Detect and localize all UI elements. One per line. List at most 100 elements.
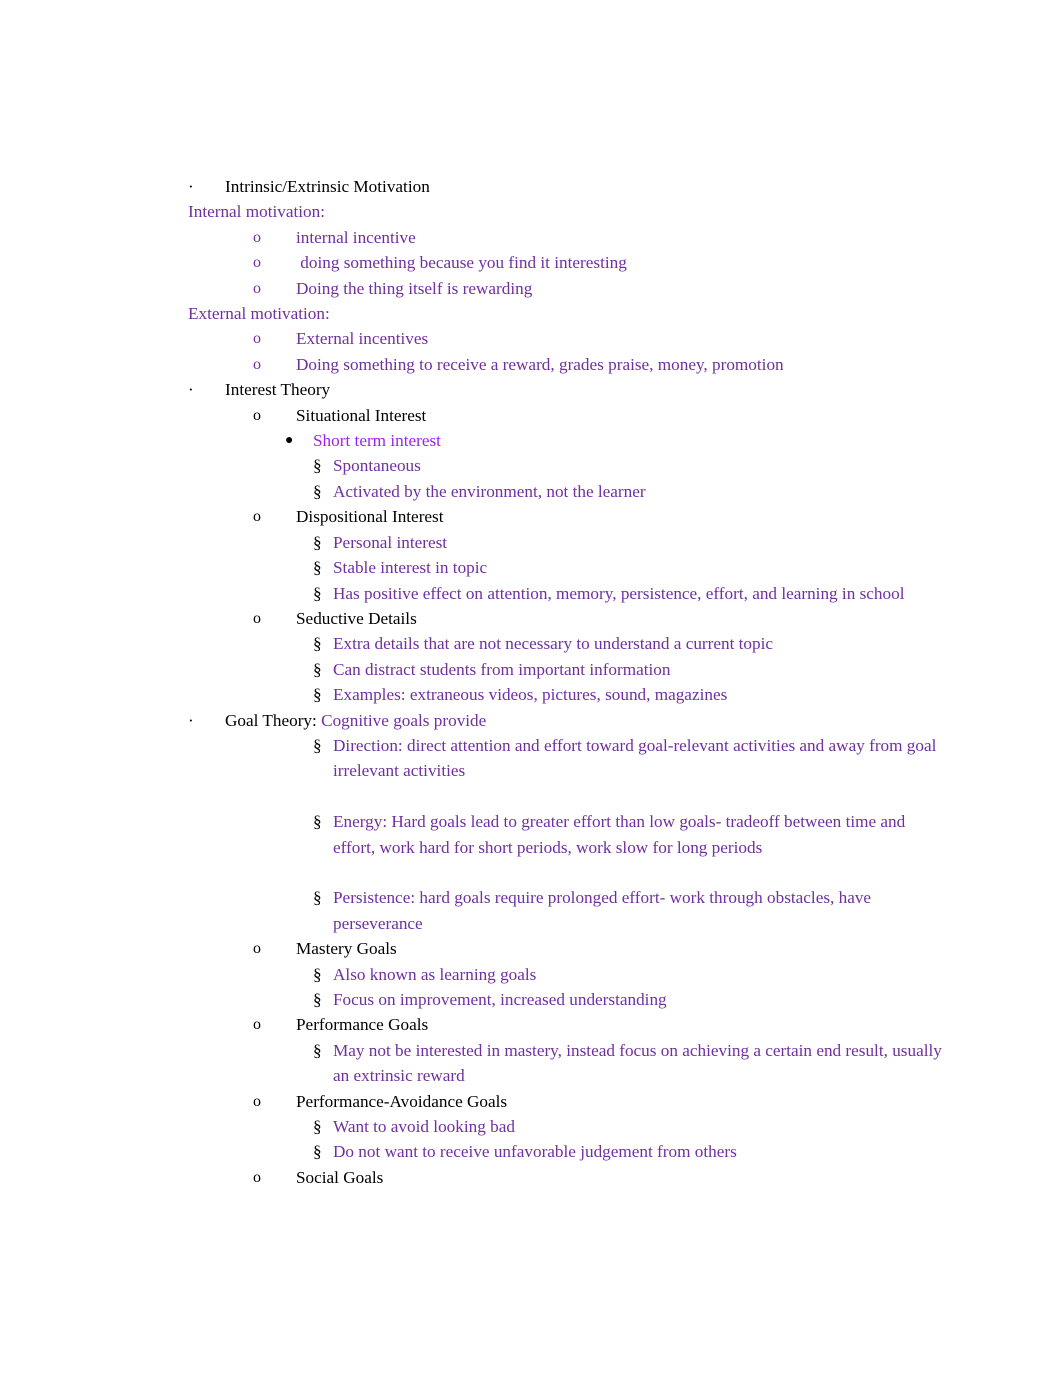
list-item: o doing something because you find it in… bbox=[188, 250, 948, 275]
subheading-mastery-goals-label: Mastery Goals bbox=[296, 939, 397, 959]
bullet-section-icon: § bbox=[313, 989, 322, 1009]
subheading-situational-interest: o Situational Interest bbox=[188, 403, 948, 428]
bullet-circle-icon: o bbox=[253, 940, 261, 958]
heading-cognitive-goals-provide: Cognitive goals provide bbox=[321, 710, 487, 730]
subheading-seductive-details-label: Seductive Details bbox=[296, 608, 417, 628]
bullet-section-icon: § bbox=[313, 481, 322, 501]
bullet-section-icon: § bbox=[313, 812, 322, 832]
list-item-label: Persistence: hard goals require prolonge… bbox=[333, 888, 872, 933]
list-item: § Focus on improvement, increased unders… bbox=[188, 987, 948, 1012]
list-item: o Doing the thing itself is rewarding bbox=[188, 276, 948, 301]
heading-intrinsic-extrinsic-motivation: Intrinsic/Extrinsic Motivation bbox=[225, 177, 430, 196]
subheading-seductive-details: o Seductive Details bbox=[188, 606, 948, 631]
bullet-section-icon: § bbox=[313, 456, 322, 476]
subheading-social-goals-label: Social Goals bbox=[296, 1167, 384, 1187]
bullet-section-icon: § bbox=[313, 583, 322, 603]
bullet-circle-icon: o bbox=[253, 330, 261, 348]
list-item-label: Examples: extraneous videos, pictures, s… bbox=[333, 685, 728, 705]
subheading-external-motivation: External motivation: bbox=[188, 301, 948, 326]
subheading-dispositional-interest: o Dispositional Interest bbox=[188, 504, 948, 529]
list-item-label: Doing something to receive a reward, gra… bbox=[296, 354, 784, 374]
list-item-label: Focus on improvement, increased understa… bbox=[333, 989, 667, 1009]
bullet-section-icon: § bbox=[313, 634, 322, 654]
list-item-label: Stable interest in topic bbox=[333, 558, 488, 578]
list-item: § Examples: extraneous videos, pictures,… bbox=[188, 682, 948, 707]
bullet-circle-icon: o bbox=[253, 254, 261, 272]
list-item-label: External incentives bbox=[296, 329, 429, 349]
document-body: · Intrinsic/Extrinsic Motivation Interna… bbox=[188, 174, 948, 1190]
outline-item-intrinsic-extrinsic-motivation: · Intrinsic/Extrinsic Motivation bbox=[188, 174, 948, 199]
bullet-circle-icon: o bbox=[253, 406, 261, 424]
subheading-performance-goals: o Performance Goals bbox=[188, 1012, 948, 1037]
list-item: § Spontaneous bbox=[188, 453, 948, 478]
subheading-mastery-goals: o Mastery Goals bbox=[188, 936, 948, 961]
bullet-section-icon: § bbox=[313, 685, 322, 705]
heading-interest-theory: Interest Theory bbox=[225, 380, 331, 400]
list-item: § Personal interest bbox=[188, 530, 948, 555]
list-item: o Doing something to receive a reward, g… bbox=[188, 352, 948, 377]
subheading-situational-interest-label: Situational Interest bbox=[296, 405, 427, 425]
list-item-label: Has positive effect on attention, memory… bbox=[333, 583, 905, 603]
list-item: § Can distract students from important i… bbox=[188, 657, 948, 682]
list-item: § Direction: direct attention and effort… bbox=[188, 733, 948, 784]
list-item-label: Short term interest bbox=[313, 431, 441, 451]
bullet-filled-circle-icon: ● bbox=[285, 433, 294, 449]
list-item: o internal incentive bbox=[188, 225, 948, 250]
list-item-label: Direction: direct attention and effort t… bbox=[333, 735, 937, 781]
heading-goal-theory-label: Goal Theory: bbox=[225, 710, 317, 730]
bullet-dot-icon: · bbox=[188, 177, 194, 196]
bullet-dot-icon: · bbox=[188, 380, 194, 400]
list-item: o External incentives bbox=[188, 326, 948, 351]
list-item-label: May not be interested in mastery, instea… bbox=[333, 1040, 942, 1086]
list-item-label: Activated by the environment, not the le… bbox=[333, 481, 646, 501]
list-item-label: Extra details that are not necessary to … bbox=[333, 634, 774, 654]
list-item-label: Personal interest bbox=[333, 532, 448, 552]
outline-item-goal-theory: · Goal Theory: Cognitive goals provide bbox=[188, 708, 948, 733]
list-item: § Extra details that are not necessary t… bbox=[188, 631, 948, 656]
bullet-section-icon: § bbox=[313, 558, 322, 578]
bullet-section-icon: § bbox=[313, 735, 322, 755]
subheading-internal-motivation-label: Internal motivation: bbox=[188, 202, 325, 222]
subheading-internal-motivation: Internal motivation: bbox=[188, 199, 948, 224]
bullet-circle-icon: o bbox=[253, 1016, 261, 1034]
list-item: § Persistence: hard goals require prolon… bbox=[188, 885, 948, 936]
list-item: § Energy: Hard goals lead to greater eff… bbox=[188, 809, 948, 860]
list-item-label: Want to avoid looking bad bbox=[333, 1117, 515, 1136]
list-item-label: Doing the thing itself is rewarding bbox=[296, 278, 533, 298]
list-item: § May not be interested in mastery, inst… bbox=[188, 1038, 948, 1089]
bullet-section-icon: § bbox=[313, 1142, 322, 1162]
list-item-label: doing something because you find it inte… bbox=[296, 253, 627, 273]
bullet-section-icon: § bbox=[313, 532, 322, 552]
bullet-circle-icon: o bbox=[253, 355, 261, 373]
bullet-circle-icon: o bbox=[253, 228, 261, 246]
list-item: § Has positive effect on attention, memo… bbox=[188, 581, 948, 606]
bullet-circle-icon: o bbox=[253, 279, 261, 297]
bullet-circle-icon: o bbox=[253, 508, 261, 526]
bullet-section-icon: § bbox=[313, 1117, 322, 1136]
list-item-label: Also known as learning goals bbox=[333, 964, 537, 984]
list-item-label: internal incentive bbox=[296, 227, 416, 247]
list-item-label: Can distract students from important inf… bbox=[333, 659, 671, 679]
subheading-performance-avoidance-goals-label: Performance-Avoidance Goals bbox=[296, 1091, 508, 1111]
subheading-dispositional-interest-label: Dispositional Interest bbox=[296, 507, 444, 527]
list-item: § Do not want to receive unfavorable jud… bbox=[188, 1139, 948, 1164]
list-item: § Also known as learning goals bbox=[188, 962, 948, 987]
bullet-circle-icon: o bbox=[253, 1092, 261, 1110]
bullet-section-icon: § bbox=[313, 888, 322, 908]
bullet-section-icon: § bbox=[313, 964, 322, 984]
document-page: · Intrinsic/Extrinsic Motivation Interna… bbox=[0, 0, 1062, 1377]
bullet-dot-icon: · bbox=[188, 710, 194, 730]
bullet-circle-icon: o bbox=[253, 1168, 261, 1186]
list-item: § Want to avoid looking bad bbox=[188, 1114, 948, 1139]
outline-item-interest-theory: · Interest Theory bbox=[188, 377, 948, 402]
heading-goal-theory: Goal Theory: Cognitive goals provide bbox=[225, 708, 948, 733]
subheading-performance-goals-label: Performance Goals bbox=[296, 1015, 429, 1035]
list-item: § Stable interest in topic bbox=[188, 555, 948, 580]
bullet-section-icon: § bbox=[313, 659, 322, 679]
subheading-performance-avoidance-goals: o Performance-Avoidance Goals bbox=[188, 1089, 948, 1114]
list-item-label: Do not want to receive unfavorable judge… bbox=[333, 1142, 737, 1162]
bullet-circle-icon: o bbox=[253, 609, 261, 627]
list-item-label: Energy: Hard goals lead to greater effor… bbox=[333, 812, 906, 857]
